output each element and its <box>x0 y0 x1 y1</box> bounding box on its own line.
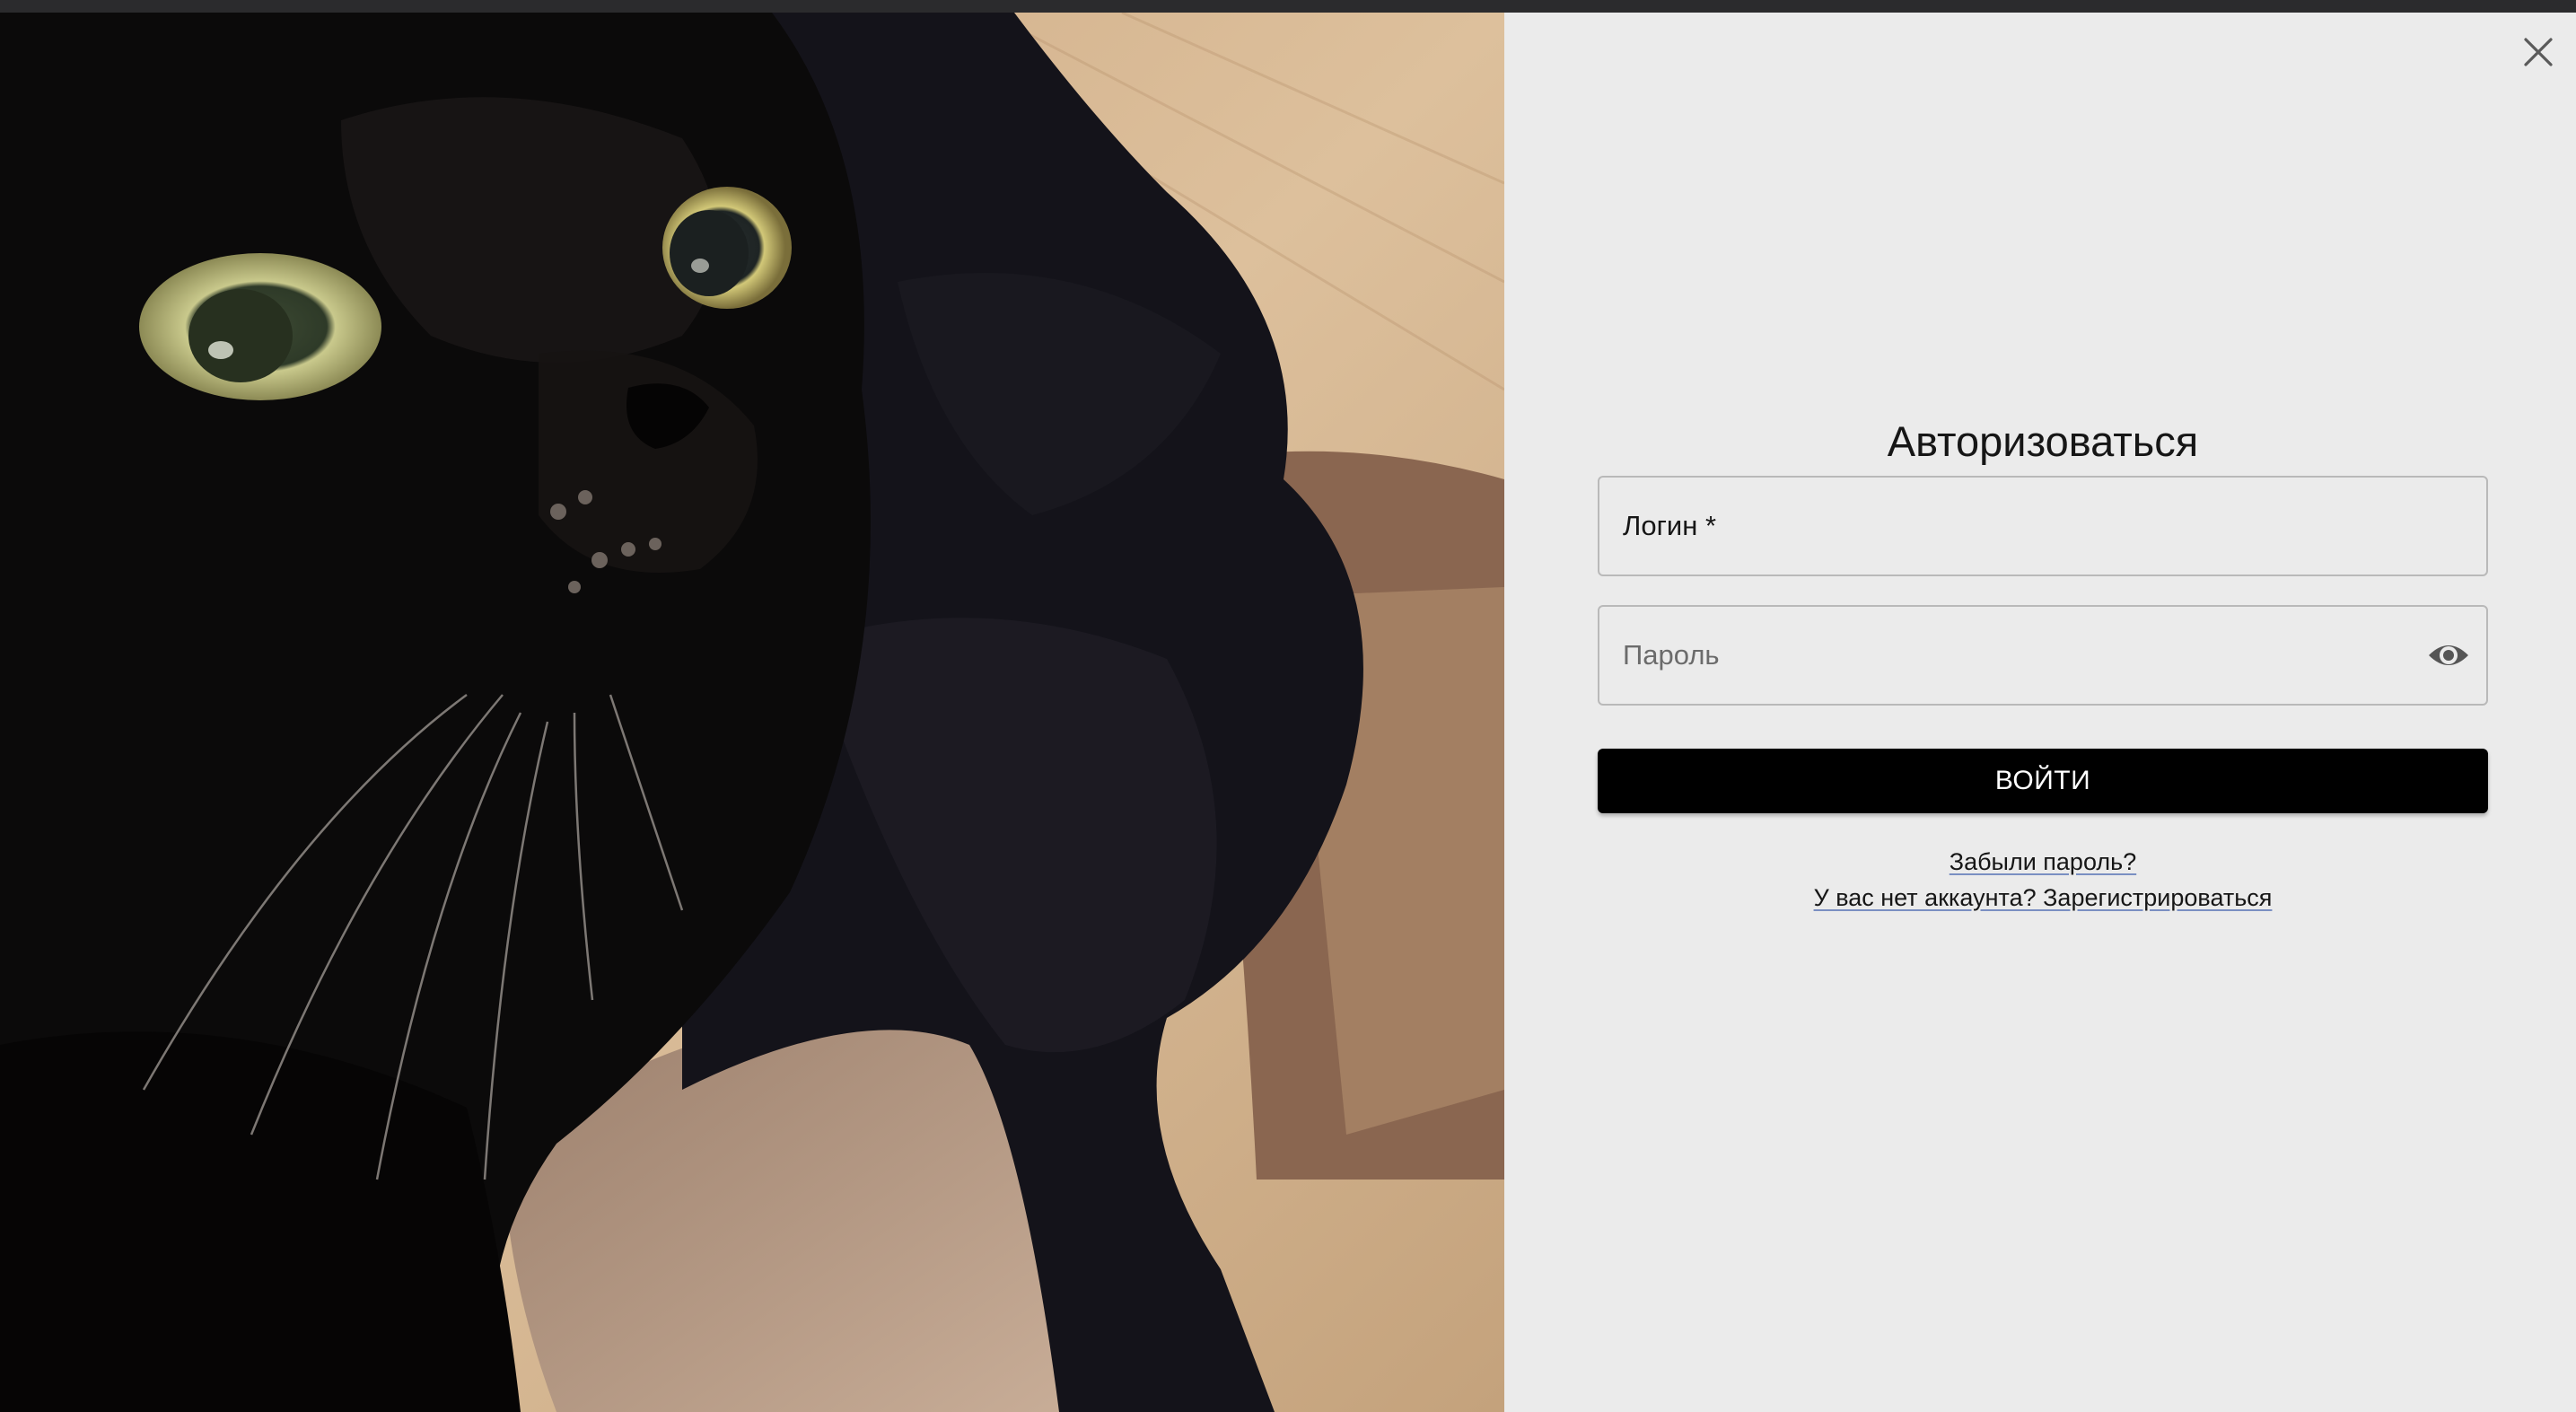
eye-icon <box>2429 645 2468 665</box>
password-input[interactable] <box>1599 607 2486 704</box>
cat-photo <box>0 13 1504 1412</box>
login-field <box>1598 476 2488 576</box>
login-submit-button[interactable]: ВОЙТИ <box>1598 749 2488 813</box>
page-title: Авторизоваться <box>1887 417 2199 465</box>
forgot-password-link[interactable]: Забыли пароль? <box>1950 848 2136 875</box>
close-button[interactable] <box>2520 34 2556 70</box>
login-form: Авторизоваться ВОЙТИ Забыли пароль? У ва… <box>1598 411 2488 916</box>
register-link[interactable]: У вас нет аккаунта? Зарегистрироваться <box>1814 884 2273 911</box>
close-icon <box>2524 38 2553 66</box>
auth-links: Забыли пароль? У вас нет аккаунта? Зарег… <box>1598 844 2488 916</box>
password-field <box>1598 605 2488 706</box>
login-input[interactable] <box>1599 478 2486 574</box>
window-top-bar <box>0 0 2576 13</box>
toggle-password-visibility-button[interactable] <box>2427 637 2470 673</box>
login-panel: Авторизоваться ВОЙТИ Забыли пароль? У ва… <box>1504 13 2576 1412</box>
